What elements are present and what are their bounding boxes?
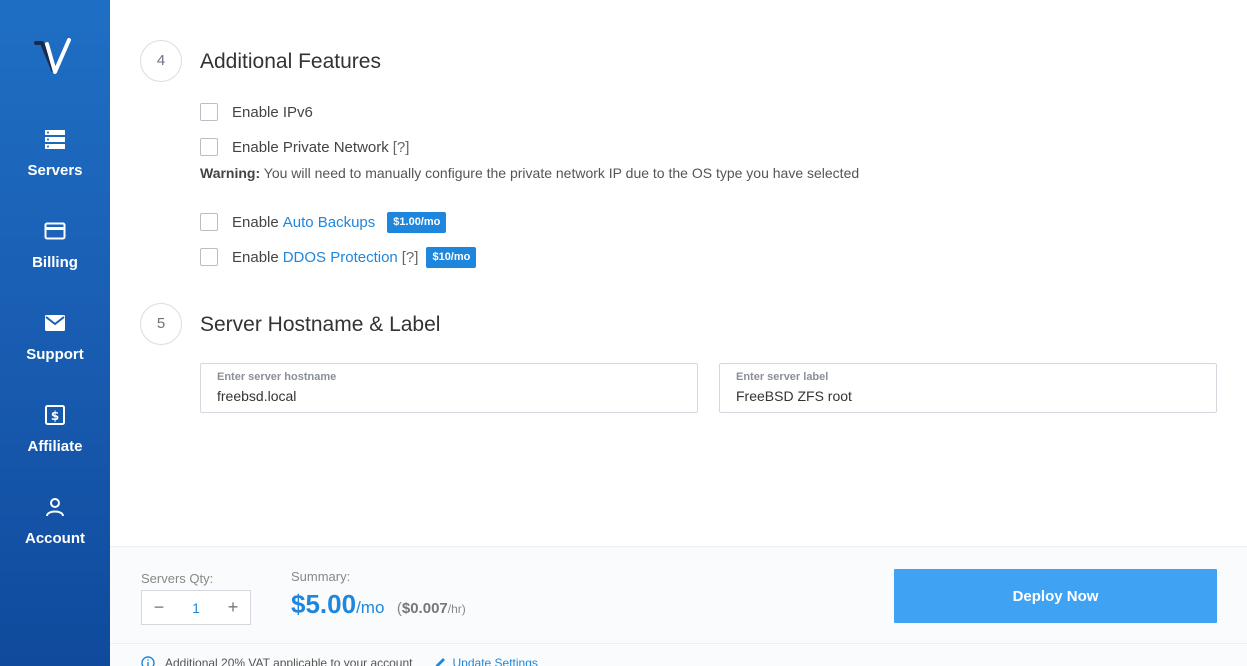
section-title-additional-features: Additional Features <box>200 50 381 73</box>
label-field-label: Enter server label <box>736 371 829 383</box>
svg-text:$: $ <box>51 409 59 423</box>
sidebar-item-label: Account <box>25 530 85 547</box>
ddos-protection-help[interactable]: [?] <box>402 249 419 266</box>
private-network-option[interactable]: Enable Private Network [?] <box>200 137 409 157</box>
ddos-protection-price-badge: $10/mo <box>426 246 477 268</box>
qty-value[interactable]: 1 <box>176 600 216 616</box>
sidebar-item-label: Servers <box>27 162 83 179</box>
hostname-field[interactable]: Enter server hostname <box>200 363 698 413</box>
monthly-unit: /mo <box>356 598 385 617</box>
auto-backups-checkbox[interactable] <box>200 213 218 231</box>
private-network-help[interactable]: [?] <box>393 139 410 156</box>
quantity-stepper[interactable]: − 1 + <box>141 590 251 625</box>
sidebar-item-label: Support <box>26 346 84 363</box>
credit-card-icon <box>44 222 66 240</box>
main-content: 4 Additional Features Enable IPv6 Enable… <box>110 0 1247 666</box>
hourly-price: ($0.007/hr) <box>396 600 466 617</box>
step-number-5: 5 <box>140 303 182 345</box>
sidebar-item-label: Billing <box>32 254 78 271</box>
user-icon <box>46 498 64 517</box>
hostname-field-label: Enter server hostname <box>217 371 337 383</box>
sidebar-item-label: Affiliate <box>27 438 83 455</box>
pencil-icon <box>435 658 445 666</box>
ipv6-checkbox[interactable] <box>200 103 218 121</box>
warning-label: Warning: <box>200 165 261 181</box>
private-network-warning: Warning: You will need to manually confi… <box>200 165 859 181</box>
qty-increment-button[interactable]: + <box>216 597 250 618</box>
sidebar-item-servers[interactable]: Servers <box>0 128 110 179</box>
deploy-footer: Servers Qty: − 1 + Summary: $5.00/mo ($0… <box>110 546 1247 666</box>
ipv6-label: Enable IPv6 <box>232 103 313 121</box>
ipv6-option[interactable]: Enable IPv6 <box>200 102 313 122</box>
update-settings-link[interactable]: Update Settings <box>453 656 538 666</box>
warning-text: You will need to manually configure the … <box>260 165 860 181</box>
sidebar-item-account[interactable]: Account <box>0 496 110 547</box>
hostname-input[interactable] <box>217 388 664 404</box>
envelope-icon <box>45 315 65 331</box>
summary-price: $5.00/mo ($0.007/hr) <box>291 589 466 620</box>
label-field[interactable]: Enter server label <box>719 363 1217 413</box>
servers-icon <box>45 130 65 149</box>
auto-backups-price-badge: $1.00/mo <box>387 211 447 233</box>
ddos-protection-prefix: Enable <box>232 248 279 266</box>
info-icon <box>141 656 155 666</box>
sidebar-item-support[interactable]: Support <box>0 312 110 363</box>
ddos-protection-option[interactable]: Enable DDOS Protection [?] $10/mo <box>200 246 477 268</box>
monthly-price: $5.00 <box>291 589 357 619</box>
private-network-checkbox[interactable] <box>200 138 218 156</box>
step-number-4: 4 <box>140 40 182 82</box>
dollar-icon: $ <box>45 405 65 425</box>
vat-notice-row: Additional 20% VAT applicable to your ac… <box>110 643 1247 666</box>
sidebar-item-affiliate[interactable]: $ Affiliate <box>0 404 110 455</box>
vultr-logo-icon[interactable] <box>33 36 77 80</box>
summary-label: Summary: <box>291 569 351 584</box>
vat-text: Additional 20% VAT applicable to your ac… <box>165 656 413 666</box>
ddos-protection-checkbox[interactable] <box>200 248 218 266</box>
section-title-hostname-label: Server Hostname & Label <box>200 313 441 336</box>
ddos-protection-link[interactable]: DDOS Protection <box>283 249 398 266</box>
vat-notice: Additional 20% VAT applicable to your ac… <box>141 656 538 666</box>
auto-backups-option[interactable]: Enable Auto Backups $1.00/mo <box>200 211 447 233</box>
sidebar: Servers Billing Support $ Affiliate Acco… <box>0 0 110 666</box>
private-network-label: Enable Private Network <box>232 138 389 156</box>
auto-backups-link[interactable]: Auto Backups <box>283 214 376 231</box>
auto-backups-prefix: Enable <box>232 213 279 231</box>
label-input[interactable] <box>736 388 1183 404</box>
deploy-now-button[interactable]: Deploy Now <box>894 569 1217 623</box>
servers-qty-label: Servers Qty: <box>141 571 214 586</box>
sidebar-item-billing[interactable]: Billing <box>0 220 110 271</box>
qty-decrement-button[interactable]: − <box>142 597 176 618</box>
